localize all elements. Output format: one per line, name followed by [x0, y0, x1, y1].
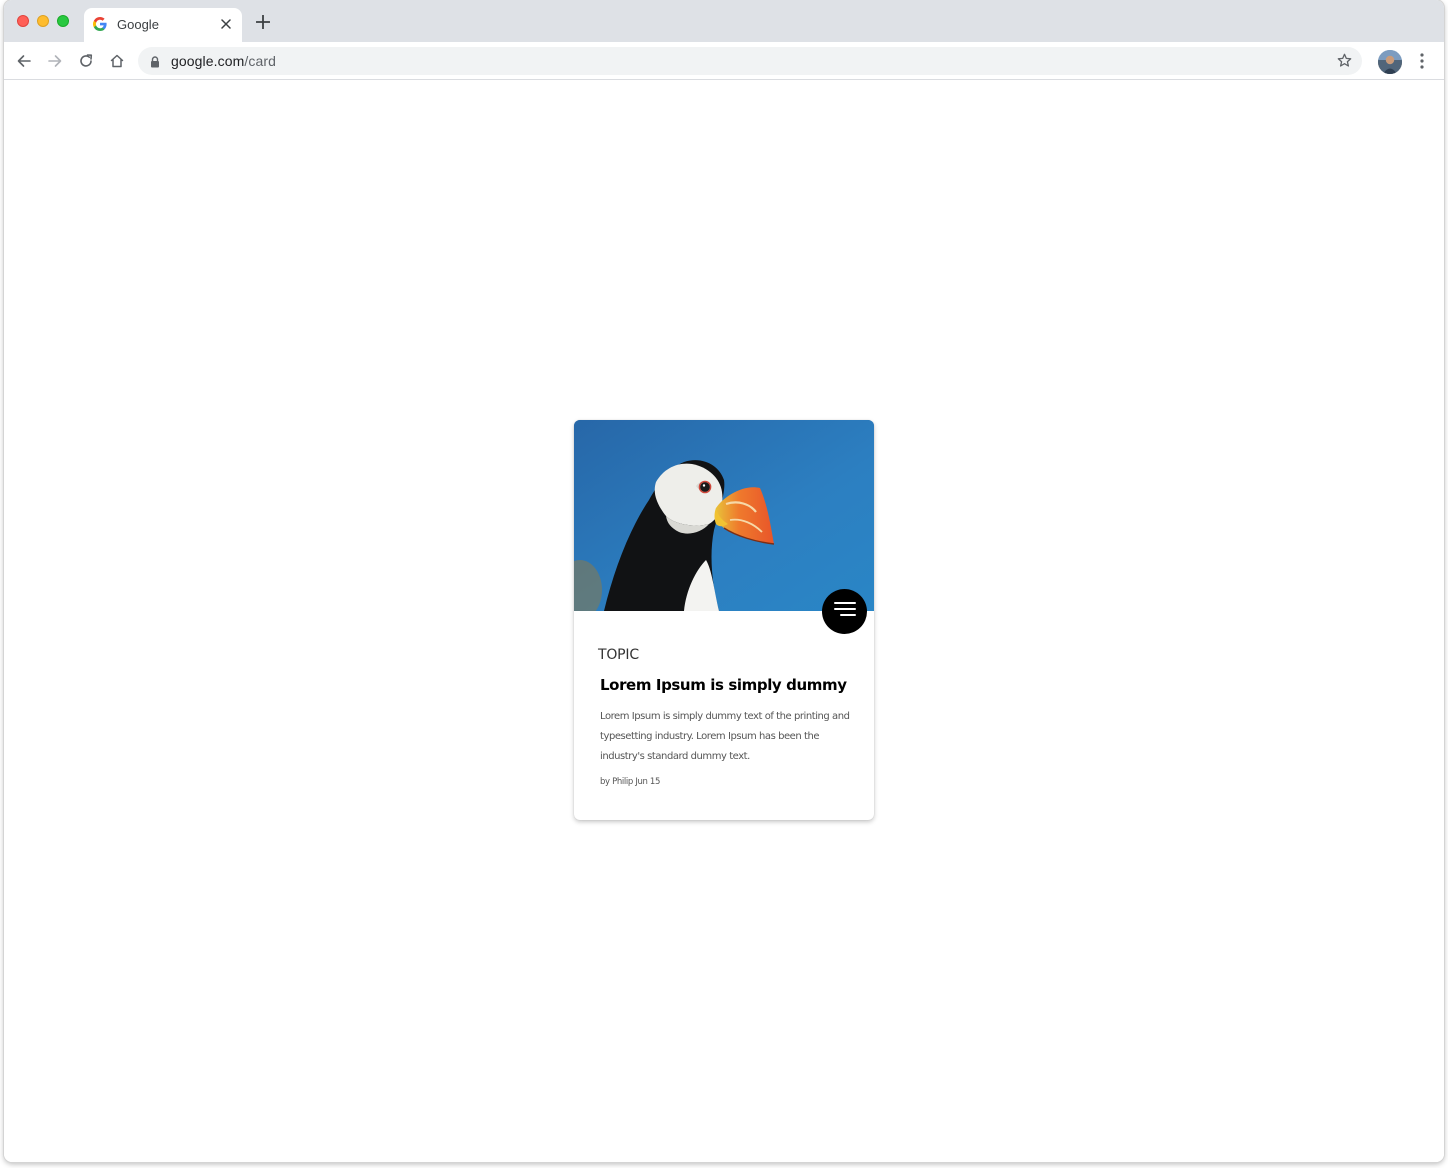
- back-arrow-icon[interactable]: [13, 50, 35, 72]
- url-text[interactable]: google.com/card: [171, 53, 276, 69]
- url-host: google.com: [171, 53, 245, 69]
- card-topic: TOPIC: [598, 647, 639, 663]
- page-content: TOPIC Lorem Ipsum is simply dummy Lorem …: [4, 80, 1444, 1162]
- bookmark-star-icon[interactable]: [1337, 53, 1352, 73]
- profile-avatar[interactable]: [1378, 50, 1402, 74]
- home-icon[interactable]: [106, 50, 128, 72]
- address-bar[interactable]: google.com/card: [138, 47, 1362, 75]
- menu-lines-icon: [833, 601, 856, 622]
- tab-google[interactable]: Google: [84, 8, 242, 42]
- tab-title: Google: [117, 17, 159, 32]
- card-title[interactable]: Lorem Ipsum is simply dummy: [600, 676, 847, 694]
- minimize-window-button[interactable]: [37, 15, 49, 27]
- url-path: /card: [244, 53, 277, 69]
- maximize-window-button[interactable]: [57, 15, 69, 27]
- google-favicon-icon: [93, 16, 107, 31]
- tab-strip: Google: [4, 0, 1444, 42]
- close-tab-icon[interactable]: [218, 16, 234, 32]
- reload-icon[interactable]: [75, 50, 97, 72]
- forward-arrow-icon[interactable]: [44, 50, 66, 72]
- more-vert-icon[interactable]: [1414, 51, 1430, 71]
- card-image-puffin: [574, 420, 874, 611]
- card-description: Lorem Ipsum is simply dummy text of the …: [600, 711, 850, 762]
- card-menu-fab[interactable]: [822, 589, 867, 634]
- lock-icon[interactable]: [150, 55, 160, 73]
- browser-window: Google google.com/card TOPIC Lorem Ipsum…: [4, 0, 1444, 1162]
- browser-toolbar: google.com/card: [4, 42, 1444, 80]
- card-byline: by Philip Jun 15: [600, 777, 661, 787]
- close-window-button[interactable]: [17, 15, 29, 27]
- new-tab-plus-icon[interactable]: [254, 13, 272, 31]
- article-card[interactable]: TOPIC Lorem Ipsum is simply dummy Lorem …: [574, 420, 874, 820]
